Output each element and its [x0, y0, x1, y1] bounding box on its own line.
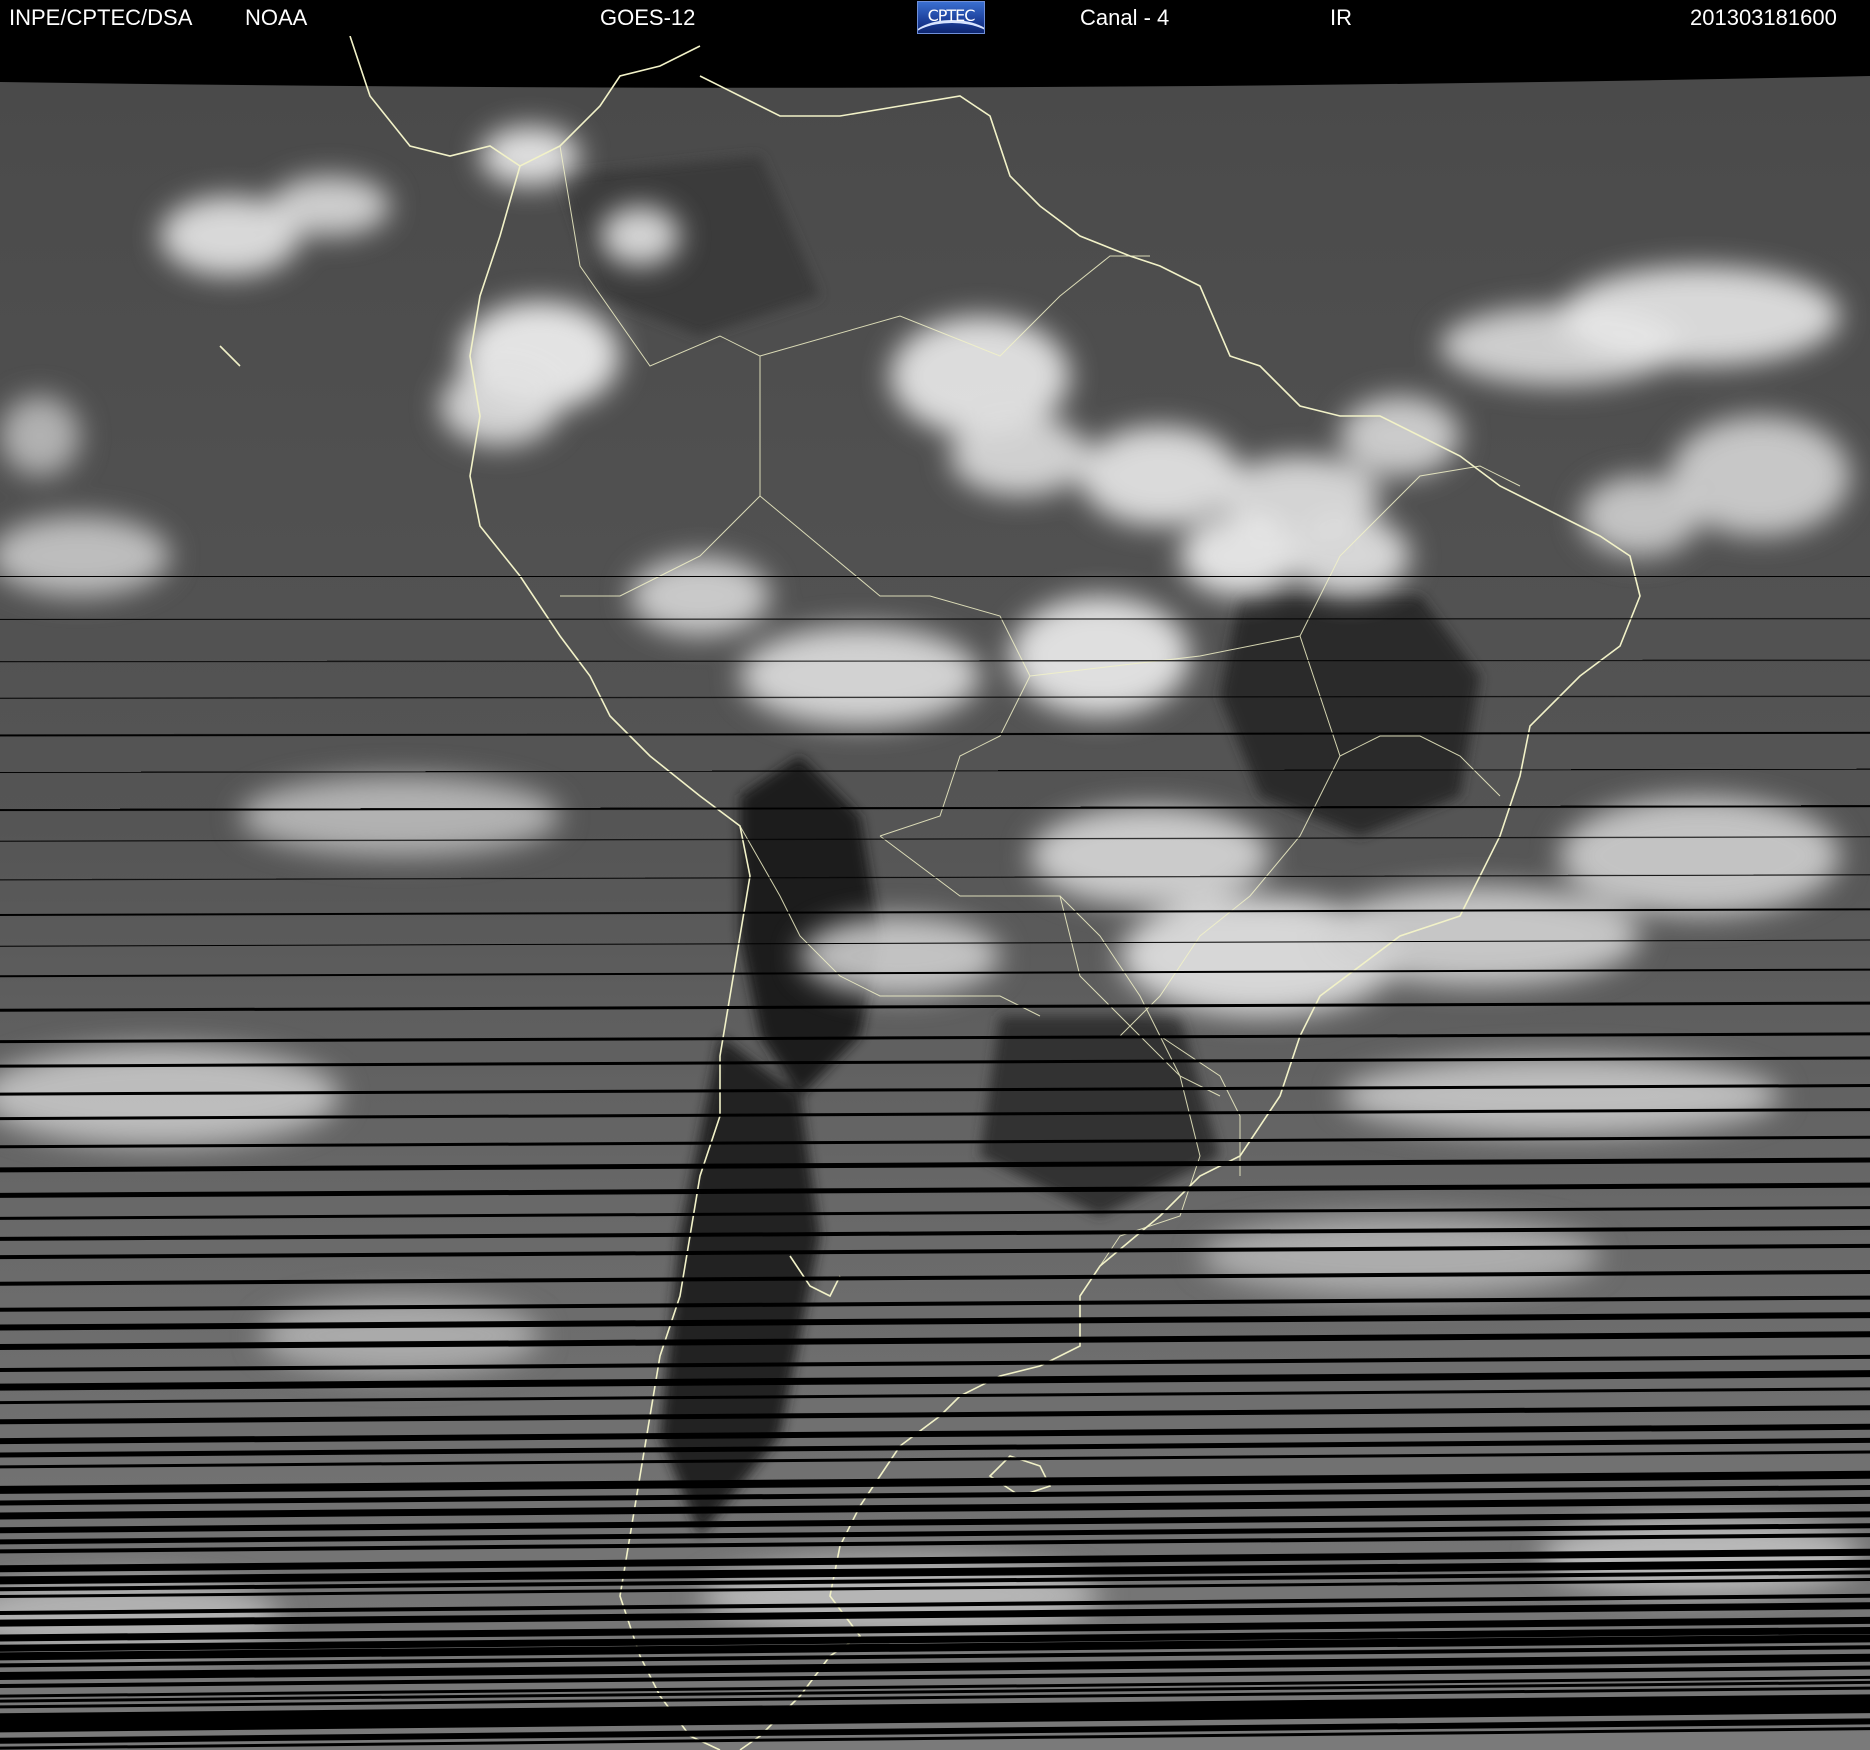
cloud-blob [1080, 426, 1240, 526]
cloud-blob [1580, 476, 1700, 556]
channel-label: Canal - 4 [1080, 5, 1170, 30]
logo-text: CPTEC [927, 6, 976, 25]
cptec-logo: CPTEC [917, 1, 985, 34]
source-label: NOAA [245, 5, 308, 30]
timestamp-label: 201303181600 [1690, 5, 1837, 30]
cloud-blob [240, 776, 560, 856]
cloud-blob [950, 416, 1090, 496]
cloud-blob [270, 176, 390, 236]
band-label: IR [1330, 5, 1352, 30]
cloud-blob [1030, 806, 1270, 906]
cloud-blob [740, 626, 980, 726]
scanline [0, 576, 1870, 577]
satellite-image-svg [0, 36, 1870, 1750]
cloud-blob [440, 366, 560, 446]
cloud-blob [1560, 796, 1840, 916]
cloud-blob [600, 206, 680, 266]
satellite-image [0, 36, 1870, 1750]
satellite-label: GOES-12 [600, 5, 696, 30]
header-bar: INPE/CPTEC/DSA NOAA GOES-12 CPTEC Canal … [0, 0, 1870, 36]
cloud-blob [630, 556, 770, 636]
cloud-blob [0, 396, 80, 476]
cloud-blob [800, 916, 1000, 996]
cloud-blob [890, 316, 1070, 436]
cloud-blob [1340, 1056, 1780, 1136]
cloud-blob [1290, 516, 1410, 596]
cloud-blob [1180, 516, 1300, 596]
cloud-blob [1340, 396, 1460, 476]
cloud-blob [1560, 266, 1840, 366]
cloud-blob [1010, 596, 1190, 716]
agency-label: INPE/CPTEC/DSA [9, 5, 193, 30]
